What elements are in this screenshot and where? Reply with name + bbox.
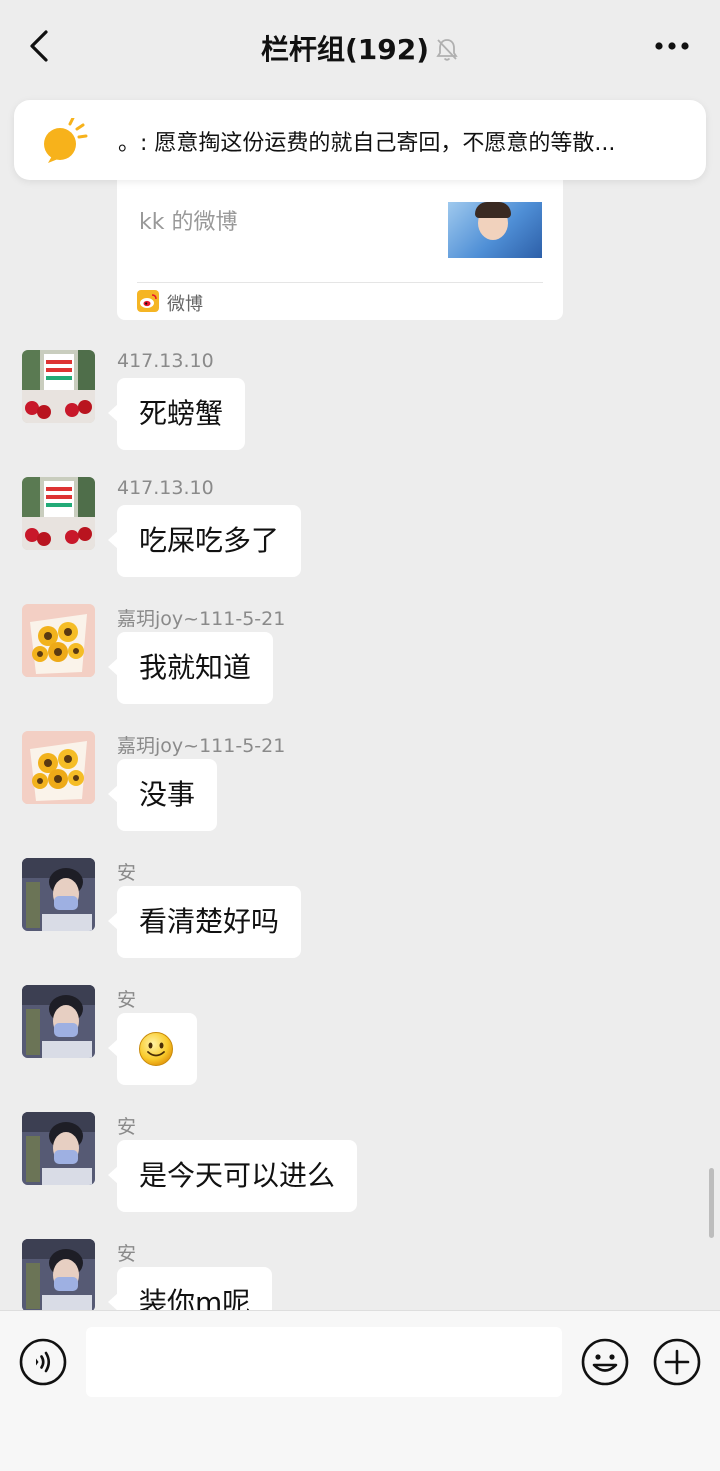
sender-name: 安 <box>117 862 137 884</box>
person-avatar[interactable] <box>22 1239 95 1310</box>
message-bubble[interactable]: 看清楚好吗 <box>107 886 302 958</box>
message-bubble[interactable]: 装你m呢 <box>107 1267 273 1310</box>
message-bubble[interactable]: 是今天可以进么 <box>107 1140 358 1212</box>
shared-weibo-card[interactable]: kk 的微博 微博 <box>117 180 563 320</box>
message-list[interactable]: kk 的微博 微博 417.13.10 死螃蟹 417.13.10 吃屎吃多了 … <box>0 180 720 1310</box>
bell-off-icon <box>436 39 458 61</box>
sender-name: 嘉玥joy~111-5-21 <box>117 608 286 630</box>
chat-title-wrap: 栏杆组(192) <box>0 28 720 68</box>
sender-name: 417.13.10 <box>117 477 214 499</box>
shared-card-thumbnail <box>448 202 542 258</box>
sender-name: 嘉玥joy~111-5-21 <box>117 735 286 757</box>
message-bubble[interactable]: 我就知道 <box>107 632 274 704</box>
message-bubble[interactable]: 吃屎吃多了 <box>107 505 302 577</box>
sender-name: 安 <box>117 1116 137 1138</box>
person-avatar[interactable] <box>22 985 95 1058</box>
message-bubble[interactable] <box>108 1013 197 1085</box>
message-bubble[interactable]: 没事 <box>107 759 218 831</box>
person-avatar[interactable] <box>22 858 95 931</box>
more-horizontal-icon[interactable] <box>654 36 690 56</box>
voice-icon[interactable] <box>19 1338 67 1386</box>
lightbulb-icon <box>44 118 88 163</box>
message-bubble[interactable]: 死螃蟹 <box>107 378 246 450</box>
scrollbar[interactable] <box>709 1168 714 1238</box>
chat-header: 栏杆组(192) <box>0 0 720 92</box>
emoji-icon[interactable] <box>581 1338 629 1386</box>
card-divider <box>137 282 543 283</box>
sender-name: 417.13.10 <box>117 350 214 372</box>
smile-emoji-icon <box>139 1032 173 1066</box>
pinned-text: 。: 愿意掏这份运费的就自己寄回，不愿意的等散... <box>118 131 616 156</box>
pinned-announcement[interactable]: 。: 愿意掏这份运费的就自己寄回，不愿意的等散... <box>14 100 706 180</box>
chat-title: 栏杆组(192) <box>260 33 430 66</box>
person-avatar[interactable] <box>22 1112 95 1185</box>
banner-avatar[interactable] <box>22 477 95 550</box>
weibo-icon <box>137 290 159 312</box>
shared-card-source: 微博 <box>167 294 203 315</box>
sender-name: 安 <box>117 989 137 1011</box>
message-input[interactable] <box>86 1327 562 1397</box>
plus-icon[interactable] <box>653 1338 701 1386</box>
sunflower-avatar[interactable] <box>22 604 95 677</box>
shared-card-title: kk 的微博 <box>139 210 238 235</box>
input-bar <box>0 1310 720 1471</box>
banner-avatar[interactable] <box>22 350 95 423</box>
sunflower-avatar[interactable] <box>22 731 95 804</box>
sender-name: 安 <box>117 1243 137 1265</box>
